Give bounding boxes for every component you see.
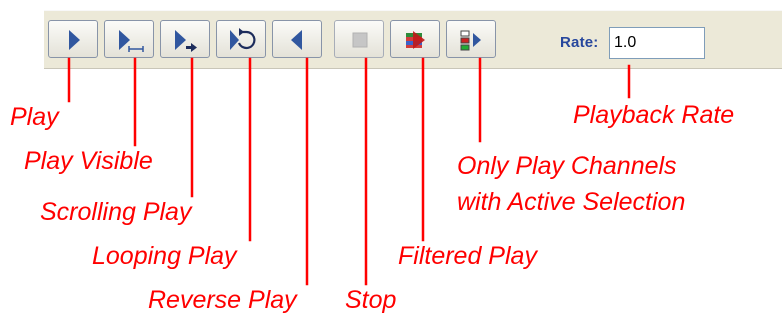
filtered-play-callout: Filtered Play	[398, 242, 537, 270]
reverse-play-callout: Reverse Play	[148, 286, 297, 314]
play-visible-callout: Play Visible	[24, 147, 153, 175]
active-selection-callout-line2: with Active Selection	[457, 188, 686, 216]
scrolling-play-callout: Scrolling Play	[40, 198, 192, 226]
stop-callout: Stop	[345, 286, 397, 314]
playback-rate-callout: Playback Rate	[573, 101, 735, 129]
play-callout: Play	[10, 103, 59, 131]
active-selection-callout-line1: Only Play Channels	[457, 152, 677, 180]
looping-play-callout: Looping Play	[92, 242, 237, 270]
